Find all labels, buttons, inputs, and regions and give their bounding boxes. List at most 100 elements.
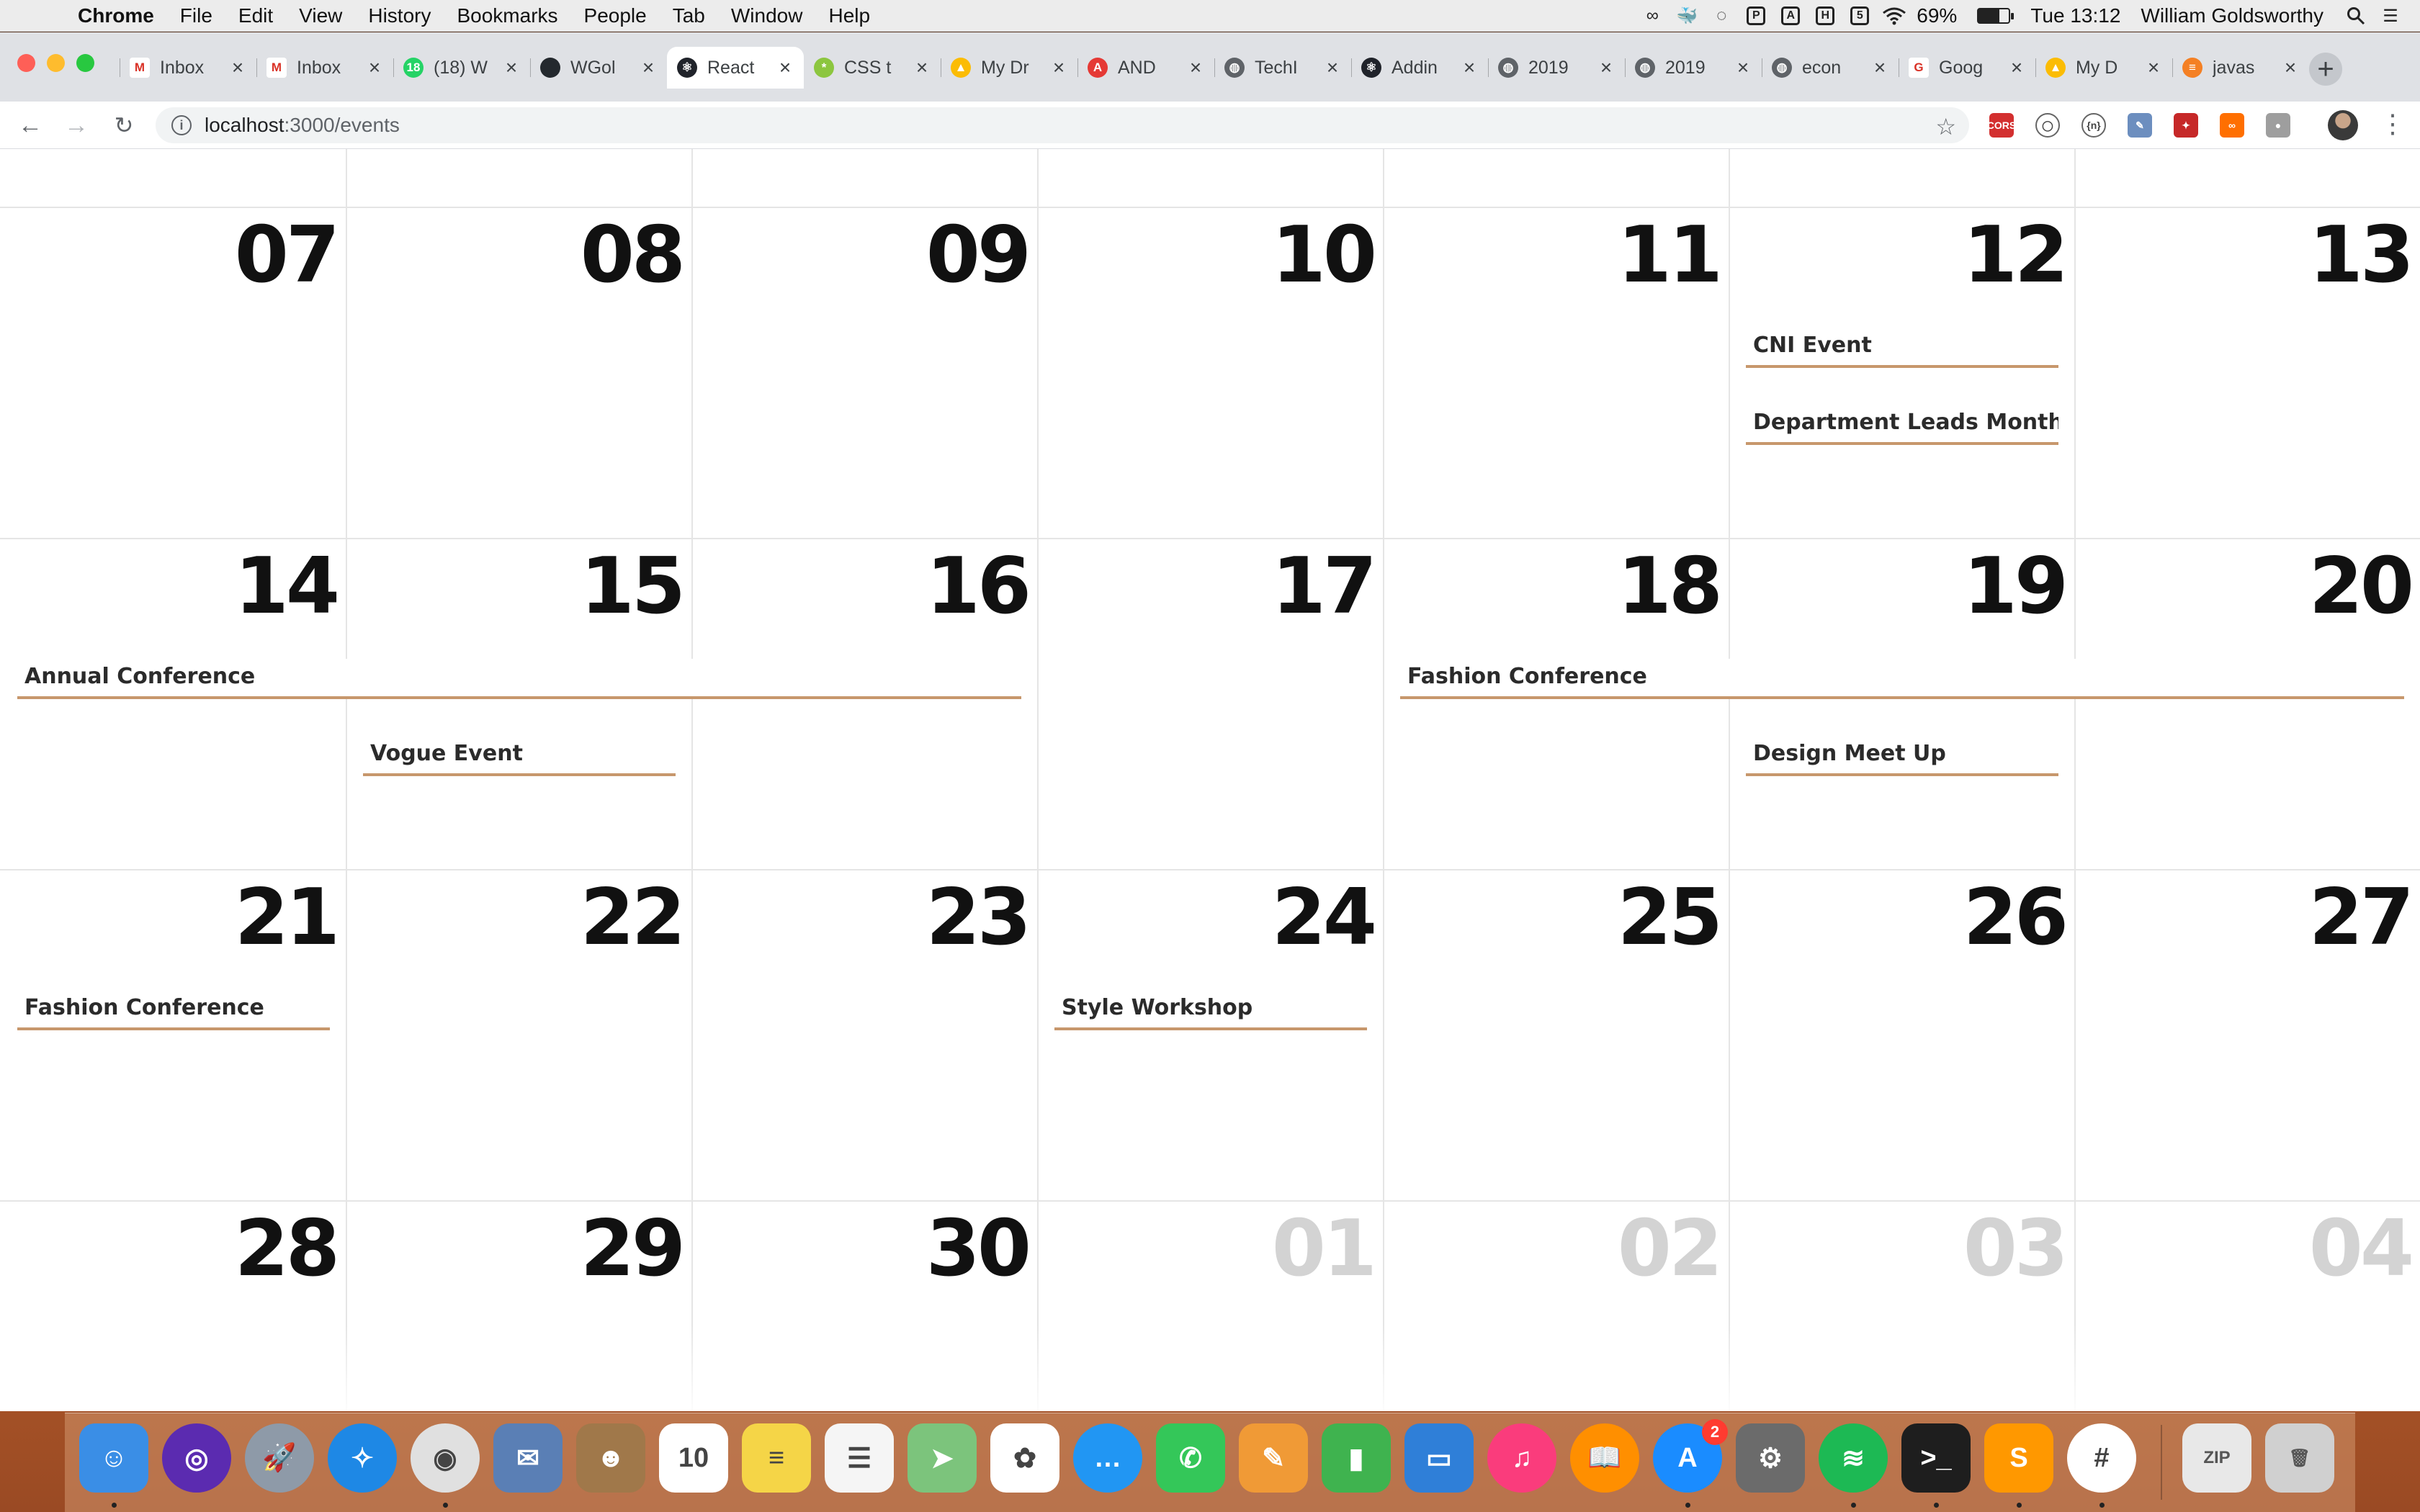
browser-tab[interactable]: G Goog × bbox=[1899, 47, 2035, 89]
browser-tab[interactable]: ◍ TechI × bbox=[1214, 47, 1351, 89]
wifi-icon[interactable] bbox=[1882, 5, 1906, 27]
close-window-button[interactable] bbox=[17, 54, 35, 72]
keynote-icon[interactable]: ▭ bbox=[1404, 1423, 1474, 1493]
calendar-event[interactable]: Vogue Event bbox=[363, 736, 676, 776]
trash-icon[interactable]: 🗑 bbox=[2265, 1423, 2334, 1493]
tab-close-icon[interactable]: × bbox=[640, 56, 657, 79]
calendar-day-number[interactable]: 02 bbox=[1576, 1210, 1723, 1288]
tab-close-icon[interactable]: × bbox=[1324, 56, 1341, 79]
calendar-event[interactable]: CNI Event bbox=[1746, 328, 2058, 368]
tab-close-icon[interactable]: × bbox=[913, 56, 931, 79]
calendar-day-number[interactable]: 10 bbox=[1230, 217, 1377, 294]
calendar-day-number[interactable]: 04 bbox=[2267, 1210, 2414, 1288]
slack-icon[interactable]: # bbox=[2067, 1423, 2136, 1493]
launchpad-icon[interactable]: 🚀 bbox=[245, 1423, 314, 1493]
safari-icon[interactable]: ✧ bbox=[328, 1423, 397, 1493]
calendar-day-number[interactable]: 25 bbox=[1576, 879, 1723, 957]
feather-extension-icon[interactable]: ✎ bbox=[2128, 113, 2152, 138]
terminal-icon[interactable]: >_ bbox=[1901, 1423, 1971, 1493]
app-menu[interactable]: Chrome bbox=[78, 4, 154, 27]
browser-tab[interactable]: ◍ 2019 × bbox=[1488, 47, 1625, 89]
tab-close-icon[interactable]: × bbox=[1597, 56, 1615, 79]
calendar-day-number[interactable]: 13 bbox=[2267, 217, 2414, 294]
address-bar[interactable]: i localhost:3000/events ☆ bbox=[156, 107, 1969, 143]
browser-tab[interactable]: 18 (18) W × bbox=[393, 47, 530, 89]
browser-tab[interactable]: M Inbox × bbox=[256, 47, 393, 89]
menubar-clock[interactable]: Tue 13:12 bbox=[2030, 4, 2120, 27]
cors-extension-icon[interactable]: CORS bbox=[1987, 113, 2016, 138]
tab-close-icon[interactable]: × bbox=[1187, 56, 1204, 79]
calendar-day-number[interactable]: 19 bbox=[1922, 548, 2069, 626]
calendar-day-number[interactable]: 29 bbox=[539, 1210, 686, 1288]
docker-icon[interactable]: 🐳 bbox=[1675, 5, 1699, 27]
calendar-icon[interactable]: 10 bbox=[659, 1423, 728, 1493]
forward-arrow-icon[interactable]: → bbox=[60, 109, 92, 141]
calendar-day-number[interactable]: 30 bbox=[884, 1210, 1031, 1288]
browser-tab[interactable]: ⚛ Addin × bbox=[1351, 47, 1488, 89]
siri-icon[interactable]: ◎ bbox=[162, 1423, 231, 1493]
browser-tab[interactable]: ▲ My Dr × bbox=[941, 47, 1077, 89]
s-icon[interactable]: 5 bbox=[1847, 5, 1872, 27]
browser-tab[interactable]: ≡ javas × bbox=[2172, 47, 2309, 89]
pages-icon[interactable]: ✎ bbox=[1239, 1423, 1308, 1493]
app-store-icon[interactable]: A2 bbox=[1653, 1419, 1728, 1493]
menubar-user-name[interactable]: William Goldsworthy bbox=[2141, 4, 2323, 27]
calendar-event[interactable]: Annual Conference bbox=[17, 659, 1021, 699]
calendar-day-number[interactable]: 24 bbox=[1230, 879, 1377, 957]
finder-icon[interactable]: ☺ bbox=[79, 1423, 148, 1493]
menu-edit[interactable]: Edit bbox=[238, 4, 273, 27]
red-extension-icon[interactable]: ✦ bbox=[2174, 113, 2198, 138]
battery-icon[interactable] bbox=[1977, 8, 2015, 24]
menu-people[interactable]: People bbox=[584, 4, 647, 27]
json-viewer-icon[interactable]: {n} bbox=[2081, 113, 2106, 138]
itunes-icon[interactable]: ♫ bbox=[1487, 1423, 1556, 1493]
menu-help[interactable]: Help bbox=[828, 4, 870, 27]
chrome-menu-icon[interactable]: ⋮ bbox=[2380, 109, 2406, 139]
tab-close-icon[interactable]: × bbox=[2145, 56, 2162, 79]
p-icon[interactable]: P bbox=[1744, 5, 1768, 27]
calendar-day-number[interactable]: 17 bbox=[1230, 548, 1377, 626]
menu-window[interactable]: Window bbox=[731, 4, 803, 27]
tab-close-icon[interactable]: × bbox=[2282, 56, 2299, 79]
calendar-day-number[interactable]: 07 bbox=[193, 217, 340, 294]
chrome-icon[interactable]: ◉ bbox=[411, 1423, 480, 1493]
calendar-day-number[interactable]: 09 bbox=[884, 217, 1031, 294]
reminders-icon[interactable]: ☰ bbox=[825, 1423, 894, 1493]
menu-tab[interactable]: Tab bbox=[673, 4, 705, 27]
browser-tab[interactable]: ◍ econ × bbox=[1762, 47, 1899, 89]
browser-tab[interactable]: ▲ My D × bbox=[2035, 47, 2172, 89]
menu-view[interactable]: View bbox=[299, 4, 342, 27]
calendar-day-number[interactable]: 26 bbox=[1922, 879, 2069, 957]
mail-icon[interactable]: ✉ bbox=[493, 1423, 563, 1493]
tab-close-icon[interactable]: × bbox=[366, 56, 383, 79]
calendar-event[interactable]: Fashion Conference bbox=[17, 990, 330, 1030]
calendar-day-number[interactable]: 21 bbox=[193, 879, 340, 957]
tab-close-icon[interactable]: × bbox=[229, 56, 246, 79]
calendar-day-number[interactable]: 12 bbox=[1922, 217, 2069, 294]
zip-stack-icon[interactable]: ZIP bbox=[2182, 1423, 2251, 1493]
calendar-day-number[interactable]: 08 bbox=[539, 217, 686, 294]
menu-history[interactable]: History bbox=[368, 4, 431, 27]
browser-tab[interactable]: A AND × bbox=[1077, 47, 1214, 89]
calendar-day-number[interactable]: 22 bbox=[539, 879, 686, 957]
minimize-window-button[interactable] bbox=[47, 54, 65, 72]
tab-close-icon[interactable]: × bbox=[503, 56, 520, 79]
new-tab-button[interactable]: + bbox=[2309, 53, 2342, 86]
sublime-text-icon[interactable]: S bbox=[1984, 1423, 2053, 1493]
zoom-window-button[interactable] bbox=[76, 54, 94, 72]
spotlight-search-icon[interactable] bbox=[2344, 5, 2368, 27]
tab-close-icon[interactable]: × bbox=[1734, 56, 1752, 79]
calendar-event[interactable]: Design Meet Up bbox=[1746, 736, 2058, 776]
calendar-day-number[interactable]: 16 bbox=[884, 548, 1031, 626]
calendar-day-number[interactable]: 01 bbox=[1230, 1210, 1377, 1288]
photos-icon[interactable]: ✿ bbox=[990, 1423, 1059, 1493]
browser-tab[interactable]: ◍ 2019 × bbox=[1625, 47, 1762, 89]
tab-close-icon[interactable]: × bbox=[1461, 56, 1478, 79]
reload-icon[interactable]: ↻ bbox=[108, 109, 140, 141]
browser-tab[interactable]: ⚛ React × bbox=[667, 47, 804, 89]
menu-file[interactable]: File bbox=[180, 4, 212, 27]
notification-center-icon[interactable]: ☰ bbox=[2378, 5, 2403, 27]
calendar-event[interactable]: Style Workshop bbox=[1054, 990, 1367, 1030]
tab-close-icon[interactable]: × bbox=[1050, 56, 1067, 79]
calendar-day-number[interactable]: 18 bbox=[1576, 548, 1723, 626]
